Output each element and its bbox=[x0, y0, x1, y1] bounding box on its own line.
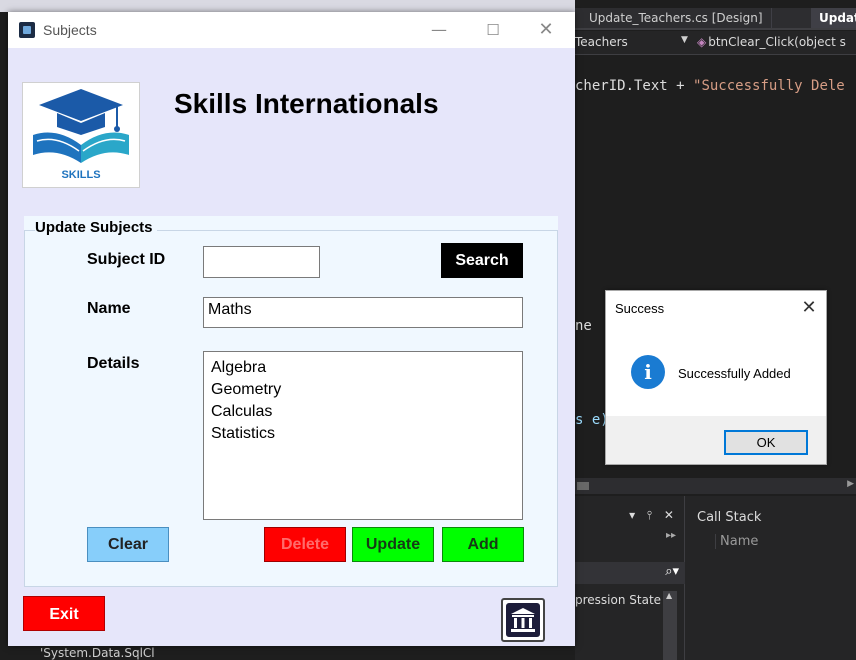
method-lock-icon: ◈ bbox=[697, 35, 707, 49]
panel-scrollbar[interactable]: ▲ bbox=[663, 591, 677, 660]
clear-button[interactable]: Clear bbox=[87, 527, 169, 562]
expression-state-header: pression State bbox=[575, 593, 662, 607]
information-icon: i bbox=[631, 355, 665, 389]
details-line: Geometry bbox=[211, 381, 282, 398]
subject-id-label: Subject ID bbox=[87, 251, 166, 268]
exit-button[interactable]: Exit bbox=[23, 596, 105, 631]
ide-tab-design[interactable]: Update_Teachers.cs [Design] bbox=[581, 8, 772, 28]
update-button[interactable]: Update bbox=[352, 527, 434, 562]
call-stack-title[interactable]: Call Stack bbox=[697, 510, 761, 525]
code-line: ne bbox=[575, 318, 592, 334]
success-dialog: Success ✕ i Successfully Added OK bbox=[605, 290, 827, 465]
search-button[interactable]: Search bbox=[441, 243, 523, 278]
maximize-button[interactable]: ☐ bbox=[470, 16, 516, 44]
name-input[interactable]: Maths bbox=[203, 297, 523, 328]
subjects-window: Subjects — ☐ ✕ SKILLS Skills Internation… bbox=[8, 12, 575, 646]
chevron-down-icon[interactable]: ▼ bbox=[681, 35, 688, 45]
panel-search-box[interactable]: ⌕▾ bbox=[575, 562, 685, 584]
details-label: Details bbox=[87, 355, 140, 372]
panel-controls[interactable]: ▾ ⫯ ✕ bbox=[629, 508, 678, 523]
ide-bottom-panels: ▾ ⫯ ✕ ▸▸ ⌕▾ pression State ▲ Call Stack … bbox=[575, 496, 856, 660]
scroll-right-icon[interactable]: ▶ bbox=[847, 479, 854, 489]
output-text: 'System.Data.SqlCl bbox=[40, 646, 155, 660]
dialog-message: Successfully Added bbox=[678, 366, 791, 381]
panel-overflow-icon[interactable]: ▸▸ bbox=[666, 530, 676, 541]
dialog-title: Success bbox=[615, 301, 665, 316]
logo: SKILLS bbox=[22, 82, 140, 188]
output-line: 'System.Data.SqlCl bbox=[0, 644, 575, 660]
subject-id-input[interactable] bbox=[203, 246, 320, 278]
add-button[interactable]: Add bbox=[442, 527, 524, 562]
group-title: Update Subjects bbox=[35, 219, 157, 236]
details-line: Algebra bbox=[211, 359, 267, 376]
method-dropdown[interactable]: ◈ btnClear_Click(object s bbox=[697, 35, 846, 49]
code-line: cherID.Text + "Successfully Dele bbox=[575, 78, 845, 94]
home-button[interactable] bbox=[501, 598, 545, 642]
logo-text: SKILLS bbox=[61, 169, 101, 181]
company-name: Skills Internationals bbox=[174, 88, 439, 119]
details-line: Calculas bbox=[211, 403, 273, 420]
details-line: Statistics bbox=[211, 425, 276, 442]
watch-panel: ▾ ⫯ ✕ ▸▸ ⌕▾ pression State ▲ bbox=[575, 496, 685, 660]
graduation-cap-book-icon bbox=[33, 89, 129, 163]
app-icon bbox=[19, 22, 35, 38]
code-string: "Successfully Dele bbox=[693, 78, 845, 94]
ide-tab-active[interactable]: Updat bbox=[811, 8, 856, 28]
name-label: Name bbox=[87, 300, 131, 317]
close-icon[interactable]: ✕ bbox=[796, 295, 822, 321]
code-identifier: cherID.Text + bbox=[575, 78, 694, 94]
background-strip bbox=[0, 0, 575, 12]
search-icon[interactable]: ⌕▾ bbox=[665, 564, 679, 579]
window-title-bar[interactable]: Subjects — ☐ ✕ bbox=[8, 12, 575, 48]
ide-navigation-bar: Teachers ▼ ◈ btnClear_Click(object s bbox=[575, 31, 856, 55]
call-stack-name-column: Name bbox=[715, 534, 758, 549]
class-dropdown[interactable]: Teachers bbox=[575, 35, 628, 49]
ok-button[interactable]: OK bbox=[724, 430, 808, 455]
close-button[interactable]: ✕ bbox=[523, 16, 569, 44]
details-textarea[interactable]: Algebra Geometry Calculas Statistics bbox=[203, 351, 523, 520]
window-title: Subjects bbox=[43, 22, 97, 38]
scrollbar-thumb[interactable] bbox=[577, 482, 589, 490]
method-label: btnClear_Click(object s bbox=[708, 35, 846, 49]
code-line: s e) bbox=[575, 412, 609, 428]
horizontal-scrollbar[interactable]: ▶ bbox=[575, 478, 856, 494]
bank-building-icon bbox=[506, 603, 540, 637]
delete-button[interactable]: Delete bbox=[264, 527, 346, 562]
desktop: Update_Teachers.cs [Design] Updat Teache… bbox=[0, 0, 856, 660]
ide-tab-bar: Update_Teachers.cs [Design] Updat bbox=[575, 8, 856, 30]
minimize-button[interactable]: — bbox=[416, 16, 462, 44]
scroll-up-icon[interactable]: ▲ bbox=[666, 591, 672, 600]
